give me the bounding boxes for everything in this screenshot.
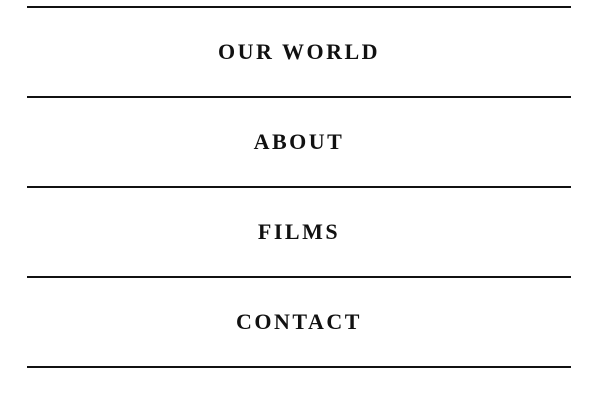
menu-item-label: CONTACT (236, 309, 362, 334)
menu-item-about[interactable]: ABOUT (27, 98, 571, 188)
menu-item-label: ABOUT (253, 129, 345, 154)
menu-item-label: FILMS (257, 219, 341, 244)
menu-item-films[interactable]: FILMS (27, 188, 571, 278)
menu-item-our-world[interactable]: OUR WORLD (27, 8, 571, 98)
main-navigation-menu: OUR WORLD ABOUT FILMS CONTACT (27, 6, 571, 368)
menu-item-label: OUR WORLD (217, 39, 381, 64)
menu-item-contact[interactable]: CONTACT (27, 278, 571, 368)
